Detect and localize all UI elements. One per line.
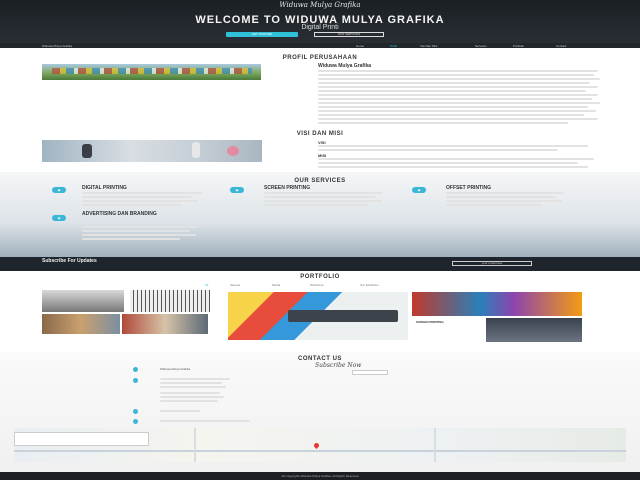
profile-title: PROFIL PERUSAHAAN	[282, 55, 358, 61]
vision-image	[42, 140, 262, 162]
filter-workshop[interactable]: Workshop	[310, 283, 323, 287]
nav-item-services[interactable]: Services	[475, 44, 487, 48]
subscribe-bar: Subscribe For Updates your email here	[0, 257, 640, 271]
services-title: OUR SERVICES	[294, 178, 346, 184]
service-advertising-title: ADVERTISING DAN BRANDING	[82, 211, 157, 217]
portfolio-image-4[interactable]	[122, 314, 208, 334]
portfolio-image-6[interactable]	[412, 292, 582, 316]
portfolio-image-3[interactable]	[42, 314, 120, 334]
portfolio-image-2[interactable]	[130, 290, 210, 312]
profile-company-name: Widuwa Mulya Grafika	[318, 63, 372, 69]
portfolio-image-1[interactable]	[42, 290, 124, 312]
subscribe-email-input[interactable]: your email here	[452, 261, 532, 266]
subscribe-title: Subscribe For Updates	[42, 258, 97, 264]
portfolio-caption: SCREEN PRINTING	[416, 320, 444, 324]
location-icon	[133, 378, 138, 383]
service-digital-printing-title: DIGITAL PRINTING	[82, 185, 127, 191]
service-screen-printing-title: SCREEN PRINTING	[264, 185, 311, 191]
main-navbar: Widuwa Mulya Grafika Home Profil Visi Da…	[0, 43, 640, 48]
offset-icon: ▣	[412, 187, 426, 193]
email-icon	[133, 409, 138, 414]
screen-icon: ▣	[230, 187, 244, 193]
vision-text	[318, 145, 588, 147]
filter-media[interactable]: Media	[272, 283, 280, 287]
contact-subscribe-title: Subscribe Now	[315, 362, 362, 369]
vision-title: VISI DAN MISI	[296, 131, 344, 137]
hero-banner: Widuwa Mulya Grafika WELCOME TO WIDUWA M…	[0, 0, 640, 46]
contact-subscribe-input[interactable]	[352, 370, 388, 375]
filter-sample[interactable]: Sample	[230, 283, 240, 287]
hero-brand: Widuwa Mulya Grafika	[279, 1, 361, 9]
megaphone-icon: ▣	[52, 215, 66, 221]
filter-exhibition[interactable]: Our Exhibition	[360, 283, 379, 287]
building-icon	[133, 367, 138, 372]
nav-item-home[interactable]: Home	[356, 44, 364, 48]
nav-item-visi-misi[interactable]: Visi Dan Misi	[420, 44, 437, 48]
hero-subheadline: Digital Printi	[301, 24, 339, 31]
contact-company: Widuwa Mulya Grafika	[160, 367, 191, 371]
nav-item-profil[interactable]: Profil	[390, 44, 397, 48]
phone-icon	[133, 419, 138, 424]
map-pin-icon	[312, 441, 321, 450]
nav-item-portfolio[interactable]: Portfolio	[513, 44, 524, 48]
profile-image	[42, 64, 261, 80]
printer-icon: ▣	[52, 187, 66, 193]
location-map[interactable]	[14, 428, 626, 462]
service-offset-printing-title: OFFSET PRINTING	[446, 185, 491, 191]
nav-logo[interactable]: Widuwa Mulya Grafika	[42, 44, 72, 48]
portfolio-image-7[interactable]	[486, 318, 582, 342]
footer: All Copyrights Widuwa Mulya Grafika, All…	[0, 472, 640, 480]
mission-text	[318, 158, 594, 160]
map-info-card	[14, 432, 149, 446]
portfolio-image-5[interactable]	[228, 292, 408, 340]
portfolio-title: PORTFOLIO	[300, 274, 340, 280]
nav-item-contact[interactable]: Contact	[556, 44, 566, 48]
filter-all[interactable]: All	[205, 283, 208, 287]
our-services-button[interactable]: OUR SERVICES	[314, 32, 384, 37]
get-started-button[interactable]: GET STARTED	[226, 32, 298, 37]
